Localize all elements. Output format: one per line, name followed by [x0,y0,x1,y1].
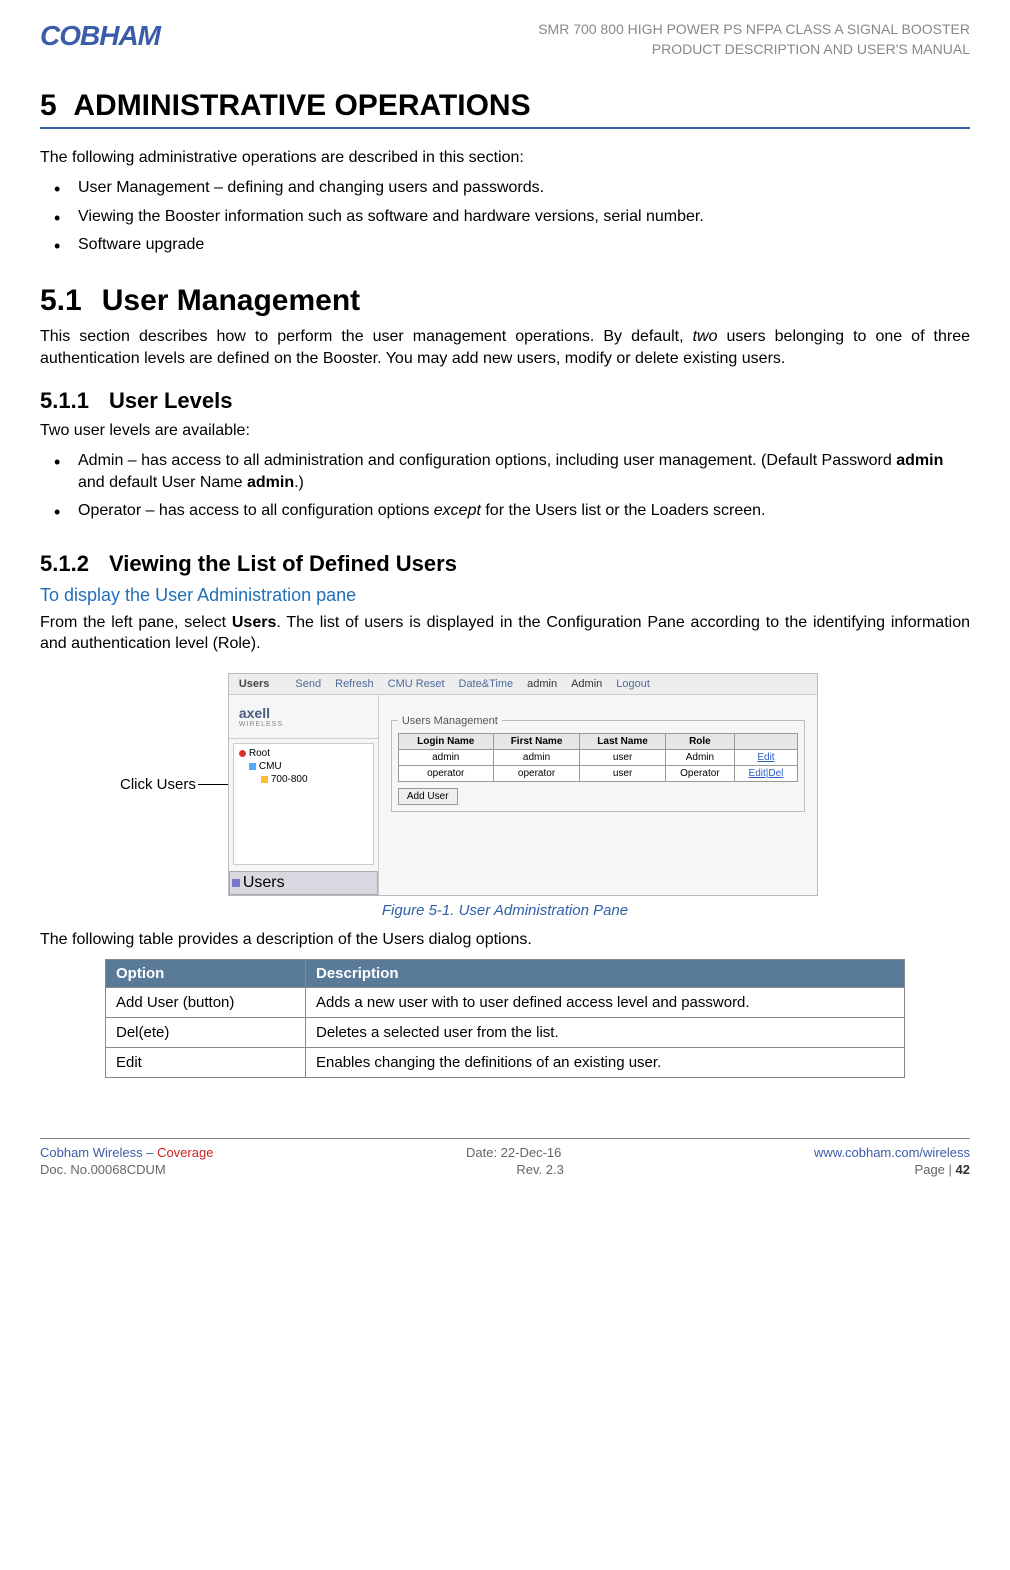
toolbar-send[interactable]: Send [295,678,321,690]
intro-bullet: Software upgrade [40,234,970,256]
section-title: User Management [102,284,360,317]
intro-bullet: User Management – defining and changing … [40,177,970,199]
users-table: Login Name First Name Last Name Role adm… [398,733,798,782]
cmu-icon [249,763,256,770]
footer-rev: Rev. 2.3 [516,1162,563,1177]
footer-tag: Coverage [157,1145,213,1160]
pointer-line [198,784,228,785]
edit-del-link[interactable]: Edit|Del [749,768,784,779]
screenshot-window: Users Send Refresh CMU Reset Date&Time a… [228,673,818,896]
section-5-1-heading: 5.1 User Management [40,284,970,318]
header-line-1: SMR 700 800 HIGH POWER PS NFPA CLASS A S… [538,20,970,40]
toolbar-role: Admin [571,678,602,690]
footer-url[interactable]: www.cobham.com/wireless [814,1145,970,1160]
tree-panel: Root CMU 700-800 [233,743,374,865]
axell-subtext: WIRELESS [239,721,283,728]
toolbar-datetime[interactable]: Date&Time [459,678,514,690]
subsection-number: 5.1.2 [40,551,89,576]
procedure-heading: To display the User Administration pane [40,585,970,606]
th-first: First Name [493,733,580,749]
intro-paragraph: The following administrative operations … [40,149,970,167]
procedure-body: From the left pane, select Users. The li… [40,612,970,655]
table-row: Del(ete) Deletes a selected user from th… [106,1017,905,1047]
tree-cmu[interactable]: CMU [237,760,370,773]
toolbar-cmu-reset[interactable]: CMU Reset [388,678,445,690]
page-number: 42 [956,1162,970,1177]
intro-bullet: Viewing the Booster information such as … [40,206,970,228]
page-header: COBHAM SMR 700 800 HIGH POWER PS NFPA CL… [40,20,970,59]
mock-left-pane: axell WIRELESS Root CMU 700-800 Users [229,695,379,895]
tree-users[interactable]: Users [229,871,378,895]
mock-right-pane: Users Management Login Name First Name L… [379,695,817,895]
toolbar-user: admin [527,678,557,690]
edit-link[interactable]: Edit [757,752,774,763]
th-actions [735,733,798,749]
chapter-number: 5 [40,89,57,122]
fieldset-legend: Users Management [398,715,502,727]
th-last: Last Name [580,733,665,749]
toolbar-logout[interactable]: Logout [616,678,650,690]
user-level-admin: Admin – has access to all administration… [40,450,970,495]
cobham-logo: COBHAM [40,20,160,52]
subsection-title: Viewing the List of Defined Users [109,551,457,576]
table-row: Add User (button) Adds a new user with t… [106,987,905,1017]
subsection-number: 5.1.1 [40,388,89,413]
options-table: Option Description Add User (button) Add… [105,959,905,1078]
heading-underline [40,127,970,129]
users-management-fieldset: Users Management Login Name First Name L… [391,715,805,812]
section-number: 5.1 [40,284,82,317]
toolbar-title: Users [239,678,270,690]
tree-root[interactable]: Root [237,747,370,760]
options-th-option: Option [106,959,306,987]
chapter-title: ADMINISTRATIVE OPERATIONS [73,89,530,122]
chapter-heading: 5 ADMINISTRATIVE OPERATIONS [40,89,970,123]
options-table-intro: The following table provides a descripti… [40,931,970,949]
table-row: Edit Enables changing the definitions of… [106,1047,905,1077]
user-levels-list: Admin – has access to all administration… [40,450,970,523]
click-users-label: Click Users [120,776,196,793]
section-5-1-1-heading: 5.1.1 User Levels [40,388,970,414]
th-login: Login Name [398,733,493,749]
section-5-1-2-heading: 5.1.2 Viewing the List of Defined Users [40,551,970,577]
figure-caption: Figure 5-1. User Administration Pane [40,902,970,919]
page-label: Page | [915,1162,956,1177]
page-footer: Cobham Wireless – Coverage Date: 22-Dec-… [40,1138,970,1160]
red-dot-icon [239,750,246,757]
add-user-button[interactable]: Add User [398,788,458,805]
page-footer-line2: Doc. No.00068CDUM Rev. 2.3 Page | 42 [40,1162,970,1177]
subsection-title: User Levels [109,388,233,413]
section-5-1-body: This section describes how to perform th… [40,326,970,369]
tree-band[interactable]: 700-800 [237,773,370,786]
footer-brand: Cobham Wireless [40,1145,143,1160]
figure-container: Click Users Users Send Refresh CMU Reset… [120,673,970,896]
user-level-operator: Operator – has access to all configurati… [40,500,970,522]
intro-bullet-list: User Management – defining and changing … [40,177,970,256]
table-row: operator operator user Operator Edit|Del [398,765,797,781]
th-role: Role [665,733,734,749]
axell-logo: axell [239,705,283,721]
band-icon [261,776,268,783]
options-th-description: Description [306,959,905,987]
mock-toolbar: Users Send Refresh CMU Reset Date&Time a… [229,674,817,695]
toolbar-refresh[interactable]: Refresh [335,678,374,690]
user-levels-intro: Two user levels are available: [40,422,970,440]
footer-doc: Doc. No.00068CDUM [40,1162,166,1177]
table-row: admin admin user Admin Edit [398,749,797,765]
users-icon [232,879,240,887]
footer-date: Date: 22-Dec-16 [466,1145,561,1160]
header-line-2: PRODUCT DESCRIPTION AND USER'S MANUAL [538,40,970,60]
